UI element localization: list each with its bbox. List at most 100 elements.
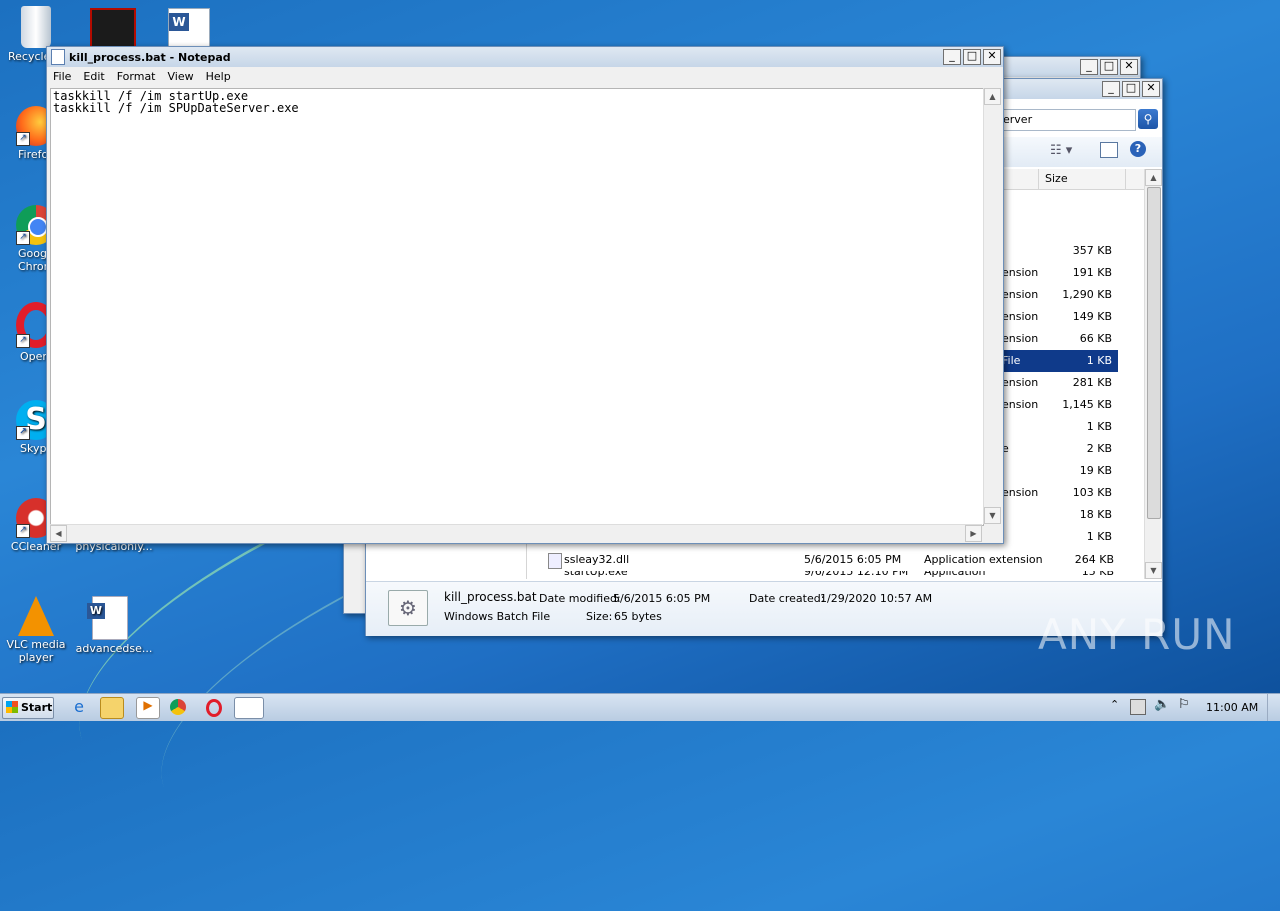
file-type: ension [1002,398,1039,411]
notepad-taskbar-button[interactable] [234,697,264,719]
minimize-button[interactable]: _ [943,49,961,65]
file-row[interactable]: 1 KB [1002,526,1118,548]
notepad-window[interactable]: kill_process.bat - Notepad _ □ ✕ File Ed… [46,46,1004,544]
file-size: 1 KB [1086,354,1112,367]
file-size: 19 KB [1079,464,1112,477]
minimize-button[interactable]: _ [1080,59,1098,75]
scroll-down-arrow[interactable]: ▼ [984,507,1001,524]
maximize-button[interactable]: □ [963,49,981,65]
close-button[interactable]: ✕ [983,49,1001,65]
minimize-button[interactable]: _ [1102,81,1120,97]
vertical-scrollbar[interactable]: ▲ ▼ [983,88,1001,524]
file-type: ension [1002,486,1039,499]
preview-pane-icon[interactable] [1100,142,1118,158]
details-created-label: Date created: [749,592,825,605]
file-type: Application [924,571,986,578]
file-row[interactable]: 357 KB [1002,240,1118,262]
maximize-button[interactable]: □ [1100,59,1118,75]
file-size: 1,290 KB [1062,288,1112,301]
opera-icon[interactable] [206,699,222,717]
menu-format[interactable]: Format [111,70,162,83]
file-name: ssleay32.dll [564,553,630,566]
desktop-icon-advancedse[interactable]: W advancedse... [74,596,152,655]
desktop-icon-label: advancedse... [75,642,153,655]
file-date: 5/6/2015 6:05 PM [804,553,902,566]
desktop-icon-vlc[interactable]: VLC media player [0,596,72,664]
shortcut-arrow-icon: ↗ [16,231,30,245]
close-button[interactable]: ✕ [1142,81,1160,97]
file-type: ension [1002,376,1039,389]
details-file-name: kill_process.bat [444,590,537,604]
menu-help[interactable]: Help [200,70,237,83]
notepad-icon [51,49,65,65]
file-size: 1 KB [1086,420,1112,433]
column-header-size[interactable]: Size [1038,169,1126,189]
nav-pane-divider[interactable] [526,543,527,579]
file-row[interactable]: ension 103 KB [1002,482,1118,504]
file-row[interactable]: ension 149 KB [1002,306,1118,328]
file-row[interactable]: 1 KB [1002,416,1118,438]
file-size: 15 KB [1081,571,1114,578]
search-box[interactable]: erver [998,109,1136,131]
menu-edit[interactable]: Edit [77,70,110,83]
start-button[interactable]: Start [2,697,54,719]
file-row[interactable]: startUp.exe 9/6/2015 12:10 PM Applicatio… [548,571,1118,579]
search-icon[interactable]: ⚲ [1138,109,1158,129]
word-document-icon[interactable]: W [168,8,210,50]
file-row[interactable]: File 1 KB [1002,350,1118,372]
editor-area[interactable]: taskkill /f /im startUp.exe taskkill /f … [50,88,984,526]
horizontal-scrollbar[interactable]: ◀ ▶ [50,524,982,542]
file-name: startUp.exe [564,571,628,578]
menu-view[interactable]: View [162,70,200,83]
chrome-icon[interactable] [170,699,186,715]
file-type: ension [1002,332,1039,345]
network-icon[interactable] [1130,699,1146,715]
details-size-label: Size: [586,610,613,623]
file-row[interactable]: ension 281 KB [1002,372,1118,394]
scroll-right-arrow[interactable]: ▶ [965,525,982,542]
close-button[interactable]: ✕ [1120,59,1138,75]
menu-file[interactable]: File [47,70,77,83]
menu-bar: File Edit Format View Help [47,67,1003,85]
scroll-up-arrow[interactable]: ▲ [1145,169,1162,186]
scroll-up-arrow[interactable]: ▲ [984,88,1001,105]
watermark: ANY RUN [1038,610,1236,659]
file-size: 1 KB [1086,530,1112,543]
scroll-left-arrow[interactable]: ◀ [50,525,67,542]
file-size: 149 KB [1072,310,1112,323]
editor-text[interactable]: taskkill /f /im startUp.exe taskkill /f … [51,89,983,115]
file-size: 281 KB [1072,376,1112,389]
file-type: Application extension [924,553,1043,566]
volume-icon[interactable]: 🔈 [1154,697,1170,712]
action-center-icon[interactable]: ⚐ [1178,697,1190,712]
dll-file-icon [548,553,562,569]
help-icon[interactable]: ? [1130,141,1146,157]
file-list: 357 KB ension 191 KB ension 1,290 KB ension 14… [1002,240,1122,560]
file-explorer-icon[interactable] [100,697,124,719]
taskbar: Start e ▶ ⌃ 🔈 ⚐ 11:00 AM [0,693,1280,721]
internet-explorer-icon[interactable]: e [68,697,90,717]
show-desktop-button[interactable] [1267,694,1280,721]
file-row[interactable]: e 2 KB [1002,438,1118,460]
media-player-icon[interactable]: ▶ [136,697,160,719]
view-options-icon[interactable]: ☷ ▾ [1050,143,1072,158]
file-list-scrollbar[interactable]: ▲ ▼ [1144,169,1162,579]
file-type: ension [1002,288,1039,301]
maximize-button[interactable]: □ [1122,81,1140,97]
search-input[interactable]: erver [1003,113,1032,126]
file-row[interactable]: ension 1,145 KB [1002,394,1118,416]
file-type: e [1002,442,1009,455]
file-row[interactable]: 18 KB [1002,504,1118,526]
file-row[interactable]: ension 1,290 KB [1002,284,1118,306]
tray-expand-icon[interactable]: ⌃ [1110,698,1119,711]
scroll-thumb[interactable] [1147,187,1161,519]
file-row[interactable]: ension 66 KB [1002,328,1118,350]
details-size-value: 65 bytes [614,610,662,623]
notepad-titlebar[interactable]: kill_process.bat - Notepad _ □ ✕ [47,47,1003,67]
file-row[interactable]: ension 191 KB [1002,262,1118,284]
clock[interactable]: 11:00 AM [1206,701,1258,714]
file-row[interactable]: 19 KB [1002,460,1118,482]
scroll-down-arrow[interactable]: ▼ [1145,562,1162,579]
file-row[interactable]: ssleay32.dll 5/6/2015 6:05 PM Applicatio… [548,549,1118,571]
details-file-type: Windows Batch File [444,610,551,623]
